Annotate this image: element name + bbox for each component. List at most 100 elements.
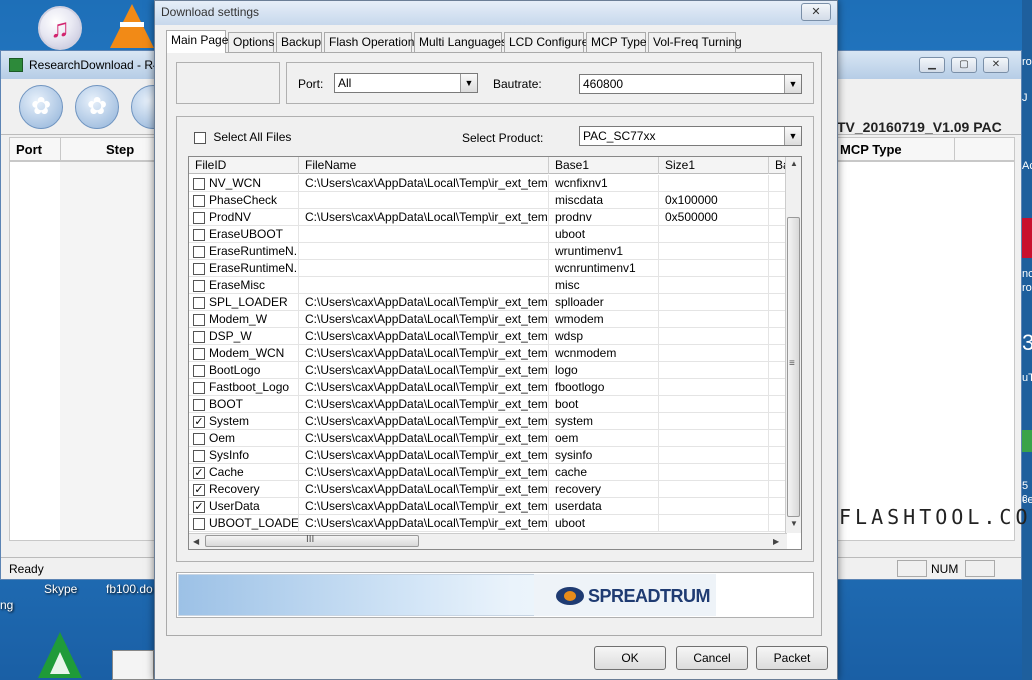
table-row[interactable]: ✓ Recovery C:\Users\cax\AppData\Local\Temp… (189, 481, 786, 498)
scroll-left-icon[interactable]: ◀ (193, 537, 199, 546)
column-step[interactable]: Step (106, 142, 134, 157)
table-row[interactable]: ✓ UserData C:\Users\cax\AppData\Local\Temp… (189, 498, 786, 515)
load-packet-button[interactable]: ✿ (19, 85, 63, 129)
table-row[interactable]: NV_WCN C:\Users\cax\AppData\Local\Temp\ir… (189, 175, 786, 192)
tab-multi-languages[interactable]: Multi Languages (414, 32, 507, 52)
file-checkbox[interactable] (193, 347, 205, 360)
base-cell[interactable]: system (549, 413, 659, 430)
file-name-cell[interactable]: C:\Users\cax\AppData\Local\Temp\ir_ext_t… (299, 294, 549, 311)
base-cell[interactable]: wruntimenv1 (549, 243, 659, 260)
base-cell[interactable]: wcnfixnv1 (549, 175, 659, 192)
file-name-cell[interactable] (299, 260, 549, 277)
dialog-close-button[interactable]: ✕ (801, 3, 831, 21)
desktop-label-skype[interactable]: Skype (44, 582, 77, 596)
file-checkbox[interactable] (193, 449, 205, 462)
tab-options[interactable]: Options (228, 32, 274, 52)
column-file-name[interactable]: FileName (299, 157, 549, 174)
scroll-up-icon[interactable]: ▲ (790, 159, 798, 168)
file-name-cell[interactable] (299, 243, 549, 260)
base-cell[interactable]: logo (549, 362, 659, 379)
table-row[interactable]: EraseRuntimeN... wruntimenv1 (189, 243, 786, 260)
size-cell[interactable] (659, 396, 769, 413)
base-cell[interactable]: oem (549, 430, 659, 447)
file-name-cell[interactable] (299, 277, 549, 294)
tab-mcp-type[interactable]: MCP Type (586, 32, 647, 52)
file-checkbox[interactable]: ✓ (193, 415, 205, 428)
file-checkbox[interactable] (193, 330, 205, 343)
size-cell[interactable] (659, 413, 769, 430)
file-checkbox[interactable] (193, 381, 205, 394)
base-cell[interactable]: sysinfo (549, 447, 659, 464)
size-cell[interactable] (659, 243, 769, 260)
file-name-cell[interactable]: C:\Users\cax\AppData\Local\Temp\ir_ext_t… (299, 345, 549, 362)
file-checkbox[interactable]: ✓ (193, 483, 205, 496)
file-checkbox[interactable] (193, 194, 205, 207)
file-name-cell[interactable]: C:\Users\cax\AppData\Local\Temp\ir_ext_t… (299, 209, 549, 226)
table-row[interactable]: BootLogo C:\Users\cax\AppData\Local\Temp\… (189, 362, 786, 379)
table-row[interactable]: BOOT C:\Users\cax\AppData\Local\Temp\ir_e… (189, 396, 786, 413)
size-cell[interactable] (659, 379, 769, 396)
table-row[interactable]: ProdNV C:\Users\cax\AppData\Local\Temp\ir… (189, 209, 786, 226)
size-cell[interactable] (659, 328, 769, 345)
file-checkbox[interactable] (193, 245, 205, 258)
size-cell[interactable] (659, 260, 769, 277)
table-row[interactable]: SysInfo C:\Users\cax\AppData\Local\Temp\i… (189, 447, 786, 464)
file-checkbox[interactable] (193, 262, 205, 275)
table-row[interactable]: EraseMisc misc (189, 277, 786, 294)
size-cell[interactable] (659, 362, 769, 379)
file-name-cell[interactable]: C:\Users\cax\AppData\Local\Temp\ir_ext_t… (299, 481, 549, 498)
minimize-button[interactable]: ▁ (919, 57, 945, 73)
table-row[interactable]: SPL_LOADER C:\Users\cax\AppData\Local\Tem… (189, 294, 786, 311)
tab-flash-operations[interactable]: Flash Operations (324, 32, 420, 52)
base-cell[interactable]: userdata (549, 498, 659, 515)
size-cell[interactable] (659, 515, 769, 532)
file-name-cell[interactable] (299, 192, 549, 209)
table-row[interactable]: Oem C:\Users\cax\AppData\Local\Temp\ir_ex… (189, 430, 786, 447)
file-checkbox[interactable]: ✓ (193, 500, 205, 513)
size-cell[interactable] (659, 226, 769, 243)
file-checkbox[interactable] (193, 177, 205, 190)
size-cell[interactable]: 0x500000 (659, 209, 769, 226)
select-all-checkbox[interactable]: Select All Files (194, 130, 291, 144)
file-checkbox[interactable] (193, 228, 205, 241)
base-cell[interactable]: recovery (549, 481, 659, 498)
tab-lcd-configure[interactable]: LCD Configure (504, 32, 588, 52)
desktop-label-partial[interactable]: ng (0, 598, 13, 612)
ok-button[interactable]: OK (594, 646, 666, 670)
size-cell[interactable] (659, 175, 769, 192)
base-cell[interactable]: misc (549, 277, 659, 294)
scroll-right-icon[interactable]: ▶ (773, 537, 779, 546)
base-cell[interactable]: wdsp (549, 328, 659, 345)
tab-backup[interactable]: Backup (276, 32, 322, 52)
product-select[interactable]: PAC_SC77xx ▼ (579, 126, 802, 146)
file-name-cell[interactable]: C:\Users\cax\AppData\Local\Temp\ir_ext_t… (299, 362, 549, 379)
file-checkbox[interactable] (193, 432, 205, 445)
base-cell[interactable]: wcnruntimenv1 (549, 260, 659, 277)
file-checkbox[interactable] (193, 517, 205, 530)
base-cell[interactable]: wmodem (549, 311, 659, 328)
size-cell[interactable] (659, 447, 769, 464)
horizontal-scrollbar[interactable]: ◀ III ▶ (189, 533, 787, 549)
column-port[interactable]: Port (16, 142, 42, 157)
checkbox[interactable] (194, 131, 206, 144)
base-cell[interactable]: wcnmodem (549, 345, 659, 362)
size-cell[interactable]: 0x100000 (659, 192, 769, 209)
tab-main-page[interactable]: Main Page (166, 30, 228, 53)
file-name-cell[interactable]: C:\Users\cax\AppData\Local\Temp\ir_ext_t… (299, 328, 549, 345)
table-row[interactable]: ✓ System C:\Users\cax\AppData\Local\Temp\i… (189, 413, 786, 430)
file-name-cell[interactable]: C:\Users\cax\AppData\Local\Temp\ir_ext_t… (299, 396, 549, 413)
document-thumbnail[interactable] (112, 650, 154, 680)
base-cell[interactable]: boot (549, 396, 659, 413)
table-row[interactable]: EraseRuntimeN... wcnruntimenv1 (189, 260, 786, 277)
packet-button[interactable]: Packet (756, 646, 828, 670)
size-cell[interactable] (659, 498, 769, 515)
table-row[interactable]: ✓ Cache C:\Users\cax\AppData\Local\Temp\ir… (189, 464, 786, 481)
settings-button[interactable]: ✿ (75, 85, 119, 129)
size-cell[interactable] (659, 277, 769, 294)
tab-vol-freq-turning[interactable]: Vol-Freq Turning (648, 32, 742, 52)
table-row[interactable]: EraseUBOOT uboot (189, 226, 786, 243)
file-checkbox[interactable] (193, 313, 205, 326)
port-select[interactable]: All ▼ (334, 73, 478, 93)
table-row[interactable]: UBOOT_LOADER C:\Users\cax\AppData\Local\T… (189, 515, 786, 532)
baudrate-select[interactable]: 460800 ▼ (579, 74, 802, 94)
